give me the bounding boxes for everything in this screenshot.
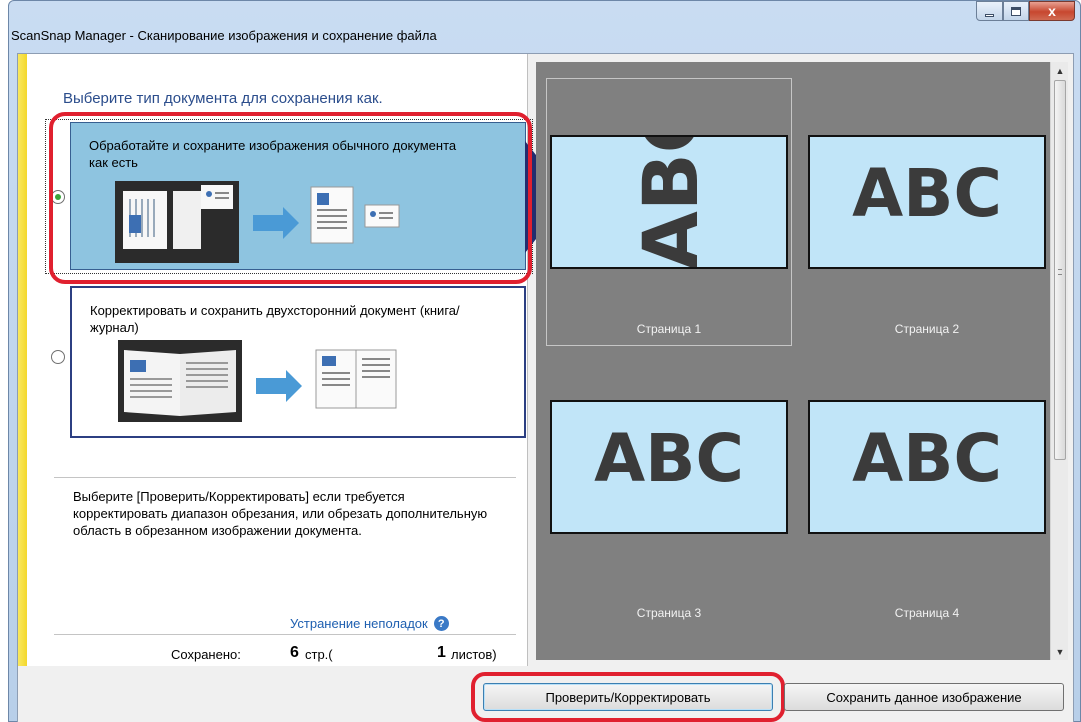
window-title: ScanSnap Manager - Сканирование изображе… bbox=[11, 28, 437, 43]
saved-pages-unit: стр.( bbox=[305, 647, 333, 662]
preview-scrollbar[interactable]: ▲ ▼ bbox=[1050, 62, 1068, 660]
page-content-text: ABC bbox=[594, 420, 744, 497]
page-content-text: ABC bbox=[852, 155, 1002, 232]
document-type-panel: Выберите тип документа для сохранения ка… bbox=[18, 54, 569, 666]
accent-strip bbox=[18, 54, 27, 666]
divider bbox=[54, 634, 516, 635]
book-illustration bbox=[118, 340, 397, 422]
page-label: Страница 4 bbox=[894, 606, 960, 620]
scrollbar-thumb[interactable] bbox=[1054, 80, 1066, 460]
page-content-text: ABC bbox=[626, 135, 715, 269]
page-thumbnail-3[interactable]: ABC bbox=[550, 400, 788, 534]
option-double-page[interactable]: Корректировать и сохранить двухсторонний… bbox=[70, 286, 526, 438]
page-label: Страница 2 bbox=[894, 322, 960, 336]
dialog-client-area: Выберите тип документа для сохранения ка… bbox=[17, 53, 1074, 722]
saved-status: Сохранено: 6 стр.( 1 листов) bbox=[18, 644, 528, 666]
page-label: Страница 3 bbox=[636, 606, 702, 620]
troubleshoot-link[interactable]: Устранение неполадок ? bbox=[290, 616, 449, 631]
page-thumbnail-2[interactable]: ABC bbox=[808, 135, 1046, 269]
app-window: ScanSnap Manager - Сканирование изображе… bbox=[8, 0, 1081, 722]
close-icon: x bbox=[1048, 3, 1056, 19]
help-icon[interactable]: ? bbox=[433, 616, 449, 631]
panel-prompt: Выберите тип документа для сохранения ка… bbox=[63, 90, 383, 107]
scroll-down-icon[interactable]: ▼ bbox=[1051, 643, 1069, 660]
saved-pages-count: 6 bbox=[290, 644, 299, 661]
minimize-button[interactable] bbox=[976, 1, 1003, 21]
page-label: Страница 1 bbox=[636, 322, 702, 336]
save-image-button[interactable]: Сохранить данное изображение bbox=[784, 683, 1064, 711]
page-thumbnail-1[interactable]: ABC bbox=[550, 135, 788, 269]
page-content-text: ABC bbox=[852, 420, 1002, 497]
saved-sheets-count: 1 bbox=[437, 644, 446, 661]
option-label: Корректировать и сохранить двухсторонний… bbox=[90, 303, 460, 335]
saved-label: Сохранено: bbox=[171, 647, 241, 662]
highlight-ring-button bbox=[471, 672, 785, 722]
caption-buttons: x bbox=[976, 1, 1075, 21]
minimize-icon bbox=[985, 13, 994, 17]
radio-double-page[interactable] bbox=[51, 350, 65, 364]
highlight-ring-option bbox=[49, 112, 532, 284]
close-button[interactable]: x bbox=[1029, 1, 1075, 21]
saved-sheets-unit: листов) bbox=[451, 647, 497, 662]
title-bar[interactable]: ScanSnap Manager - Сканирование изображе… bbox=[9, 1, 1080, 53]
grip-icon bbox=[1058, 269, 1062, 275]
maximize-icon bbox=[1011, 6, 1021, 16]
page-thumbnail-4[interactable]: ABC bbox=[808, 400, 1046, 534]
scroll-up-icon[interactable]: ▲ bbox=[1051, 62, 1069, 79]
page-preview-area: ABC Страница 1 ABC Страница 2 ABC Страни… bbox=[536, 62, 1050, 660]
maximize-button[interactable] bbox=[1003, 1, 1029, 21]
troubleshoot-label[interactable]: Устранение неполадок bbox=[290, 616, 428, 631]
info-text: Выберите [Проверить/Корректировать] если… bbox=[73, 489, 488, 538]
divider bbox=[54, 477, 516, 478]
